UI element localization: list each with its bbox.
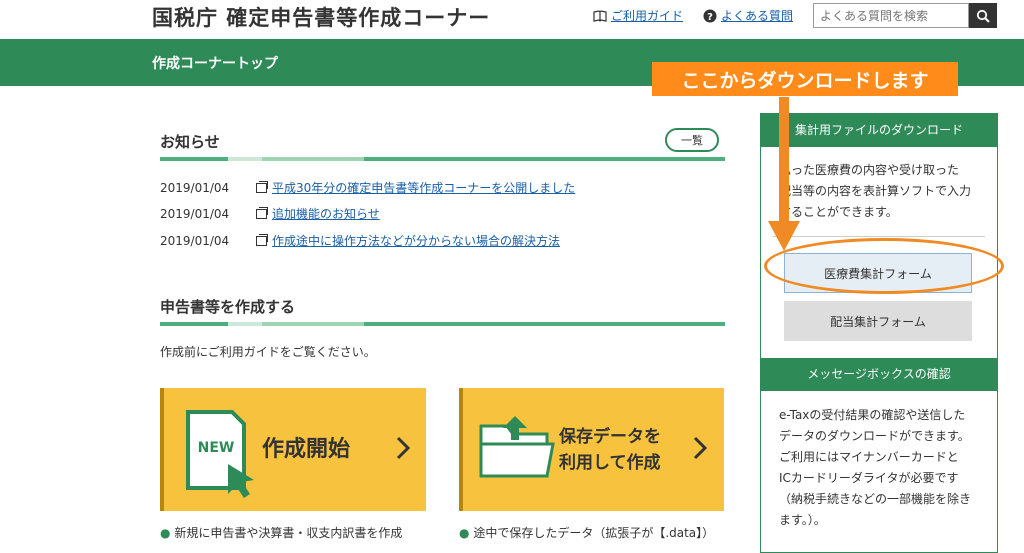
book-icon <box>593 9 607 22</box>
use-saved-line2: 利用して作成 <box>559 453 661 473</box>
chevron-right-icon <box>693 436 707 460</box>
panel-divider <box>773 236 985 237</box>
search-icon <box>976 9 990 23</box>
window-icon <box>256 233 268 246</box>
download-desc-line: 配当等の内容を表計算ソフトで入力 <box>779 184 972 198</box>
news-divider <box>160 157 725 161</box>
news-date: 2019/01/04 <box>160 233 230 248</box>
message-desc-line: ます。）。 <box>779 513 826 527</box>
folder-upload-icon <box>479 416 555 478</box>
message-desc-line: （納税手続きなどの一部機能を除き <box>779 492 972 506</box>
window-icon <box>256 206 268 219</box>
news-item: 2019/01/04 平成30年分の確定申告書等作成コーナーを公開しました <box>160 179 575 196</box>
search-button[interactable] <box>969 3 997 28</box>
dividend-form-button[interactable]: 配当集計フォーム <box>784 301 972 341</box>
message-description: e-Taxの受付結果の確認や送信した データのダウンロードができます。 ご利用に… <box>779 405 971 531</box>
annotation-ellipse <box>764 238 1004 294</box>
news-title: お知らせ <box>160 133 220 151</box>
create-title: 申告書等を作成する <box>160 298 296 316</box>
guide-note: 作成前にご利用ガイドをご覧ください。 <box>160 345 376 359</box>
download-description: 払った医療費の内容や受け取った 配当等の内容を表計算ソフトで入力 することができ… <box>779 160 971 223</box>
news-link[interactable]: 平成30年分の確定申告書等作成コーナーを公開しました <box>272 179 575 196</box>
svg-text:?: ? <box>707 12 713 23</box>
start-new-label: 作成開始 <box>262 437 351 462</box>
news-date: 2019/01/04 <box>160 206 230 221</box>
card2-bullet: ● 途中で保存したデータ（拡張子が【.data】） <box>459 526 715 540</box>
start-new-card[interactable]: NEW 作成開始 <box>160 388 426 511</box>
site-title: 国税庁 確定申告書等作成コーナー <box>152 6 491 30</box>
guide-link[interactable]: ご利用ガイド <box>593 7 683 24</box>
news-link[interactable]: 追加機能のお知らせ <box>272 205 380 222</box>
message-box-title: メッセージボックスの確認 <box>761 358 997 391</box>
news-item: 2019/01/04 追加機能のお知らせ <box>160 205 380 222</box>
create-divider <box>160 322 725 326</box>
search-input[interactable] <box>813 3 969 28</box>
message-desc-line: データのダウンロードができます。 <box>779 429 970 443</box>
news-item: 2019/01/04 作成途中に操作方法などが分からない場合の解決方法 <box>160 232 560 249</box>
annotation-arrow-icon <box>768 97 800 251</box>
message-desc-line: ICカードリーダライタが必要です <box>779 471 959 485</box>
news-link[interactable]: 作成途中に操作方法などが分からない場合の解決方法 <box>272 232 560 249</box>
download-desc-line: 払った医療費の内容や受け取った <box>779 163 960 177</box>
download-desc-line: することができます。 <box>779 205 898 219</box>
news-list-button[interactable]: 一覧 <box>665 128 719 152</box>
use-saved-line1: 保存データを <box>559 427 661 447</box>
card1-bullet-text: 新規に申告書や決算書・収支内訳書を作成 <box>174 526 403 540</box>
message-desc-line: e-Taxの受付結果の確認や送信した <box>779 408 966 422</box>
question-circle-icon: ? <box>703 9 717 23</box>
new-document-icon: NEW <box>186 410 254 498</box>
bar-title: 作成コーナートップ <box>152 56 278 72</box>
news-date: 2019/01/04 <box>160 180 230 195</box>
chevron-right-icon <box>396 436 410 460</box>
annotation-callout: ここからダウンロードします <box>652 62 958 96</box>
guide-link-label[interactable]: ご利用ガイド <box>611 7 683 24</box>
card2-bullet-text: 途中で保存したデータ（拡張子が【.data】） <box>473 526 715 540</box>
svg-text:NEW: NEW <box>198 440 235 456</box>
faq-link[interactable]: ? よくある質問 <box>703 7 793 24</box>
card1-bullet: ● 新規に申告書や決算書・収支内訳書を作成 <box>160 526 403 540</box>
window-icon <box>256 180 268 193</box>
message-desc-line: ご利用にはマイナンバーカードと <box>779 450 959 464</box>
faq-link-label[interactable]: よくある質問 <box>721 7 793 24</box>
use-saved-data-card[interactable]: 保存データを 利用して作成 <box>459 388 724 511</box>
